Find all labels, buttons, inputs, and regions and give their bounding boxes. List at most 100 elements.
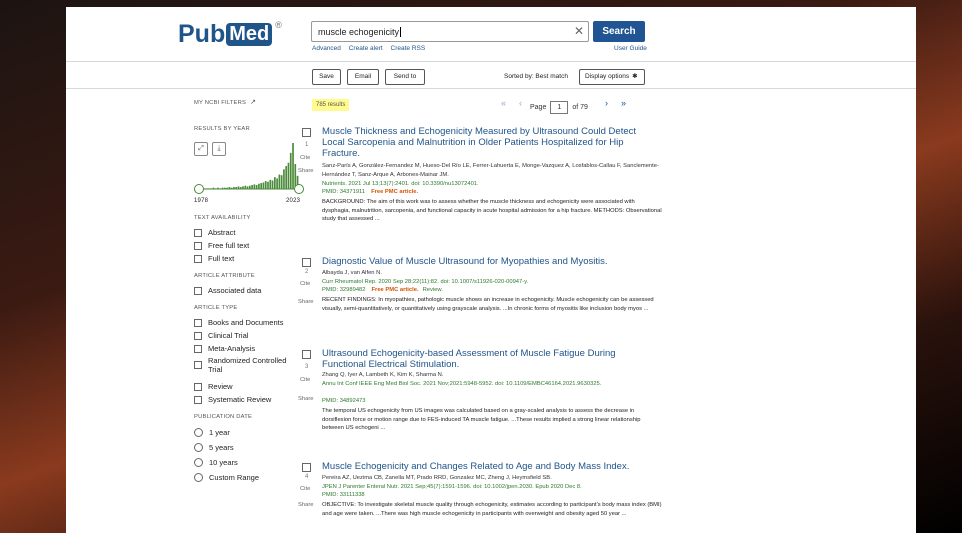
date-custom-range[interactable]: Custom Range [194, 473, 259, 482]
article-title[interactable]: Diagnostic Value of Muscle Ultrasound fo… [322, 256, 642, 267]
checkbox[interactable] [194, 254, 202, 263]
article-number: 2 [305, 269, 309, 275]
action-bar: Save Email Send to Sorted by: Best match… [66, 62, 916, 89]
article-title[interactable]: Muscle Thickness and Echogenicity Measur… [322, 126, 642, 159]
filter-free-full-text[interactable]: Free full text [194, 241, 249, 250]
checkbox[interactable] [194, 331, 202, 340]
advanced-link[interactable]: Advanced [312, 45, 341, 52]
histogram-bar [280, 175, 283, 189]
share-button[interactable]: Share [298, 299, 313, 305]
cite-button[interactable]: Cite [300, 486, 310, 492]
radio[interactable] [194, 473, 203, 482]
filter-label: Associated data [208, 286, 262, 295]
display-options-button[interactable]: Display options ✱ [579, 69, 645, 85]
checkbox[interactable] [194, 318, 202, 327]
filter-label: Free full text [208, 241, 250, 250]
article-pmid-row: PMID: 32989482 Free PMC article. Review. [322, 287, 443, 293]
article-journal: Curr Rheumatol Rep. 2020 Sep 28;22(11):8… [322, 279, 529, 285]
article-checkbox[interactable] [302, 128, 311, 137]
histogram-bar [292, 143, 294, 189]
my-ncbi-filters-label: MY NCBI FILTERS [194, 100, 247, 106]
article-title[interactable]: Ultrasound Echogenicity-based Assessment… [322, 348, 642, 370]
share-button[interactable]: Share [298, 396, 313, 402]
article-journal: Nutrients. 2021 Jul 13;13(7):2401. doi: … [322, 181, 479, 187]
cite-button[interactable]: Cite [300, 155, 310, 161]
histogram-bar [269, 179, 272, 189]
pubmed-logo[interactable]: Pub Med ® [178, 20, 282, 49]
gear-icon: ✱ [632, 73, 638, 80]
radio[interactable] [194, 458, 203, 467]
search-sublinks: Advanced Create alert Create RSS [312, 45, 431, 52]
checkbox[interactable] [194, 344, 202, 353]
filter-associated-data[interactable]: Associated data [194, 286, 261, 295]
search-input[interactable]: muscle echogenicity [311, 21, 589, 42]
checkbox[interactable] [194, 228, 202, 237]
filter-books-and-documents[interactable]: Books and Documents [194, 318, 283, 327]
article-snippet: BACKGROUND: The aim of this work was to … [322, 199, 662, 222]
filter-review[interactable]: Review [194, 382, 233, 391]
article-snippet: The temporal US echogenicity from US ima… [322, 408, 641, 431]
histogram-bar [276, 178, 278, 189]
histogram-bar [289, 152, 292, 189]
article-checkbox[interactable] [302, 258, 311, 267]
share-button[interactable]: Share [298, 168, 313, 174]
logo-registered-mark: ® [275, 20, 282, 30]
free-pmc-badge[interactable]: Free PMC article. [372, 287, 419, 293]
first-page-icon[interactable]: « [501, 98, 506, 108]
date-10-years[interactable]: 10 years [194, 458, 238, 467]
filter-label: Full text [208, 254, 235, 263]
next-page-icon[interactable]: › [605, 98, 608, 108]
checkbox[interactable] [194, 286, 202, 295]
histogram-bar [262, 182, 265, 189]
checkbox[interactable] [194, 395, 202, 404]
prev-page-icon[interactable]: ‹ [519, 98, 522, 108]
year-start-label: 1978 [194, 198, 209, 204]
checkbox[interactable] [194, 241, 202, 250]
clear-search-icon[interactable]: ✕ [574, 24, 584, 38]
article-pmid-row: PMID: 34371911 Free PMC article. [322, 189, 418, 195]
date-label: Custom Range [209, 473, 260, 482]
cite-button[interactable]: Cite [300, 377, 310, 383]
text-availability-heading: TEXT AVAILABILITY [194, 215, 251, 221]
radio[interactable] [194, 428, 203, 437]
filter-randomized-controlled-trial[interactable]: Randomized Controlled Trial [194, 356, 302, 374]
share-button[interactable]: Share [298, 502, 313, 508]
year-range-end-handle[interactable] [294, 184, 304, 194]
user-guide-link[interactable]: User Guide [614, 45, 647, 52]
display-options-label: Display options [585, 73, 630, 80]
article-title[interactable]: Muscle Echogenicity and Changes Related … [322, 461, 662, 472]
page-input[interactable]: 1 [550, 101, 569, 114]
save-button[interactable]: Save [312, 69, 341, 85]
date-5-years[interactable]: 5 years [194, 443, 234, 452]
date-1-year[interactable]: 1 year [194, 428, 230, 437]
last-page-icon[interactable]: » [621, 98, 626, 108]
filter-clinical-trial[interactable]: Clinical Trial [194, 331, 248, 340]
filter-full-text[interactable]: Full text [194, 254, 234, 263]
article-checkbox[interactable] [302, 350, 311, 359]
year-histogram[interactable] [194, 143, 306, 195]
date-label: 5 years [209, 443, 234, 452]
article-number: 4 [305, 474, 309, 480]
date-label: 1 year [209, 428, 230, 437]
filter-systematic-review[interactable]: Systematic Review [194, 395, 271, 404]
create-alert-link[interactable]: Create alert [349, 45, 383, 52]
search-button[interactable]: Search [593, 21, 645, 42]
article-number: 1 [305, 142, 309, 148]
pagination: Page 1 of 79 [530, 101, 588, 114]
article-checkbox[interactable] [302, 463, 311, 472]
article-pmid: PMID: 34371911 [322, 189, 366, 195]
checkbox[interactable] [194, 382, 202, 391]
send-to-button[interactable]: Send to [385, 69, 425, 85]
radio[interactable] [194, 443, 203, 452]
filter-label: Abstract [208, 228, 236, 237]
checkbox[interactable] [194, 361, 202, 369]
cite-button[interactable]: Cite [300, 281, 310, 287]
my-ncbi-filters[interactable]: MY NCBI FILTERS ↗ [194, 98, 256, 106]
year-range-start-handle[interactable] [194, 184, 204, 194]
email-button[interactable]: Email [347, 69, 379, 85]
filter-label: Clinical Trial [208, 331, 249, 340]
filter-meta-analysis[interactable]: Meta-Analysis [194, 344, 255, 353]
create-rss-link[interactable]: Create RSS [391, 45, 426, 52]
free-pmc-badge[interactable]: Free PMC article. [371, 189, 418, 195]
filter-abstract[interactable]: Abstract [194, 228, 236, 237]
